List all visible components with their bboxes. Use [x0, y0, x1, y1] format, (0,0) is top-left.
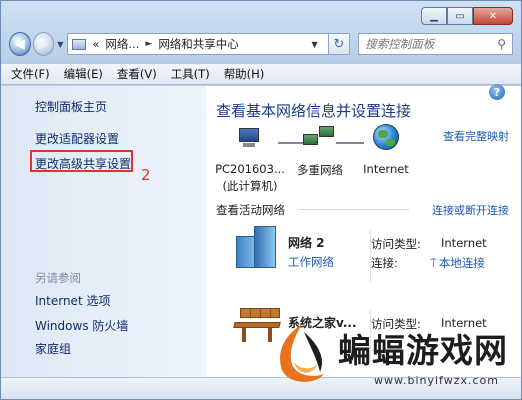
section-divider: [298, 209, 409, 210]
menu-file[interactable]: 文件(F): [11, 66, 50, 82]
address-segment-network[interactable]: 网络...: [105, 36, 139, 52]
maximize-button[interactable]: ▭: [447, 7, 473, 25]
work-network-icon[interactable]: [236, 226, 282, 268]
bat-logo-icon: [280, 324, 324, 382]
map-node-internet[interactable]: Internet: [356, 124, 416, 176]
menu-edit[interactable]: 编辑(E): [64, 66, 103, 82]
back-arrow-icon: ◀: [14, 36, 25, 52]
menu-view[interactable]: 查看(V): [117, 66, 157, 82]
watermark-url: www.binyifwzx.com: [374, 374, 500, 387]
network-adapter-icon: ⍑: [430, 256, 437, 270]
caption-buttons: ▁ ▭ ✕: [421, 7, 513, 25]
address-bar[interactable]: « 网络... ► 网络和共享中心 ▼: [67, 33, 329, 55]
search-box[interactable]: ⚲: [358, 33, 514, 55]
menu-help[interactable]: 帮助(H): [224, 66, 265, 82]
access-type-label: 访问类型:: [371, 237, 421, 251]
back-button[interactable]: ◀: [9, 32, 31, 56]
multiple-networks-icon: [303, 126, 337, 150]
refresh-icon: ↻: [333, 36, 345, 52]
menu-bar: 文件(F) 编辑(E) 查看(V) 工具(T) 帮助(H): [1, 63, 521, 85]
control-panel-icon: [72, 38, 87, 50]
navigation-bar: ◀ ▶ ▼ « 网络... ► 网络和共享中心 ▼ ↻ ⚲: [9, 31, 514, 57]
minimize-icon: ▁: [430, 10, 438, 22]
minimize-button[interactable]: ▁: [421, 7, 447, 25]
connect-disconnect-link[interactable]: 连接或断开连接: [432, 202, 509, 218]
menu-tools[interactable]: 工具(T): [171, 66, 210, 82]
view-full-map-link[interactable]: 查看完整映射: [443, 128, 509, 144]
page-title: 查看基本网络信息并设置连接: [216, 102, 412, 120]
forward-arrow-icon: ▶: [38, 36, 49, 52]
maximize-icon: ▭: [455, 10, 465, 22]
local-connection-label: 本地连接: [438, 256, 485, 270]
homegroup-link[interactable]: 家庭组: [35, 340, 71, 357]
help-icon[interactable]: ?: [489, 84, 505, 100]
highlight-box: [30, 150, 133, 172]
address-overflow[interactable]: «: [92, 37, 99, 51]
forward-button[interactable]: ▶: [32, 32, 55, 56]
history-dropdown-icon[interactable]: ▼: [57, 40, 63, 49]
network-name: 网络 2: [288, 236, 325, 250]
active-network-1: 网络 2 工作网络 访问类型: Internet 连接: ⍑ 本地连接: [216, 226, 516, 296]
watermark: 蝙蝠游戏网 www.binyifwzx.com: [268, 318, 520, 398]
computer-name: PC201603...: [215, 162, 285, 176]
computer-subtitle: (此计算机): [222, 179, 278, 193]
close-button[interactable]: ✕: [473, 7, 513, 25]
close-icon: ✕: [488, 10, 498, 22]
computer-icon: [237, 128, 263, 148]
refresh-button[interactable]: ↻: [328, 33, 351, 55]
network-type-link[interactable]: 工作网络: [288, 254, 334, 270]
internet-globe-icon: [373, 124, 399, 150]
watermark-title: 蝙蝠游戏网: [338, 331, 508, 370]
search-input[interactable]: [365, 37, 498, 51]
access-type-value: Internet: [441, 236, 487, 250]
task-pane: 控制面板主页 更改适配器设置 更改高级共享设置 2 另请参阅 Internet …: [1, 86, 206, 377]
network-node-label: 多重网络: [297, 163, 343, 177]
control-panel-home-link[interactable]: 控制面板主页: [35, 98, 107, 115]
search-icon[interactable]: ⚲: [497, 37, 506, 51]
internet-options-link[interactable]: Internet 选项: [35, 292, 110, 309]
address-segment-sharing-center[interactable]: 网络和共享中心: [158, 36, 239, 52]
map-node-computer[interactable]: PC201603... (此计算机): [212, 128, 288, 194]
local-connection-link[interactable]: ⍑ 本地连接: [430, 255, 485, 271]
annotation-step-number: 2: [141, 166, 151, 184]
see-also-heading: 另请参阅: [35, 271, 81, 285]
address-separator-icon[interactable]: ►: [145, 39, 152, 49]
internet-node-label: Internet: [363, 162, 409, 176]
active-networks-heading: 查看活动网络: [216, 203, 285, 217]
change-adapter-settings-link[interactable]: 更改适配器设置: [35, 130, 119, 147]
windows-firewall-link[interactable]: Windows 防火墙: [35, 317, 128, 334]
address-dropdown-icon[interactable]: ▼: [312, 40, 318, 49]
connections-label: 连接:: [371, 256, 398, 270]
map-node-network[interactable]: 多重网络: [290, 126, 350, 178]
